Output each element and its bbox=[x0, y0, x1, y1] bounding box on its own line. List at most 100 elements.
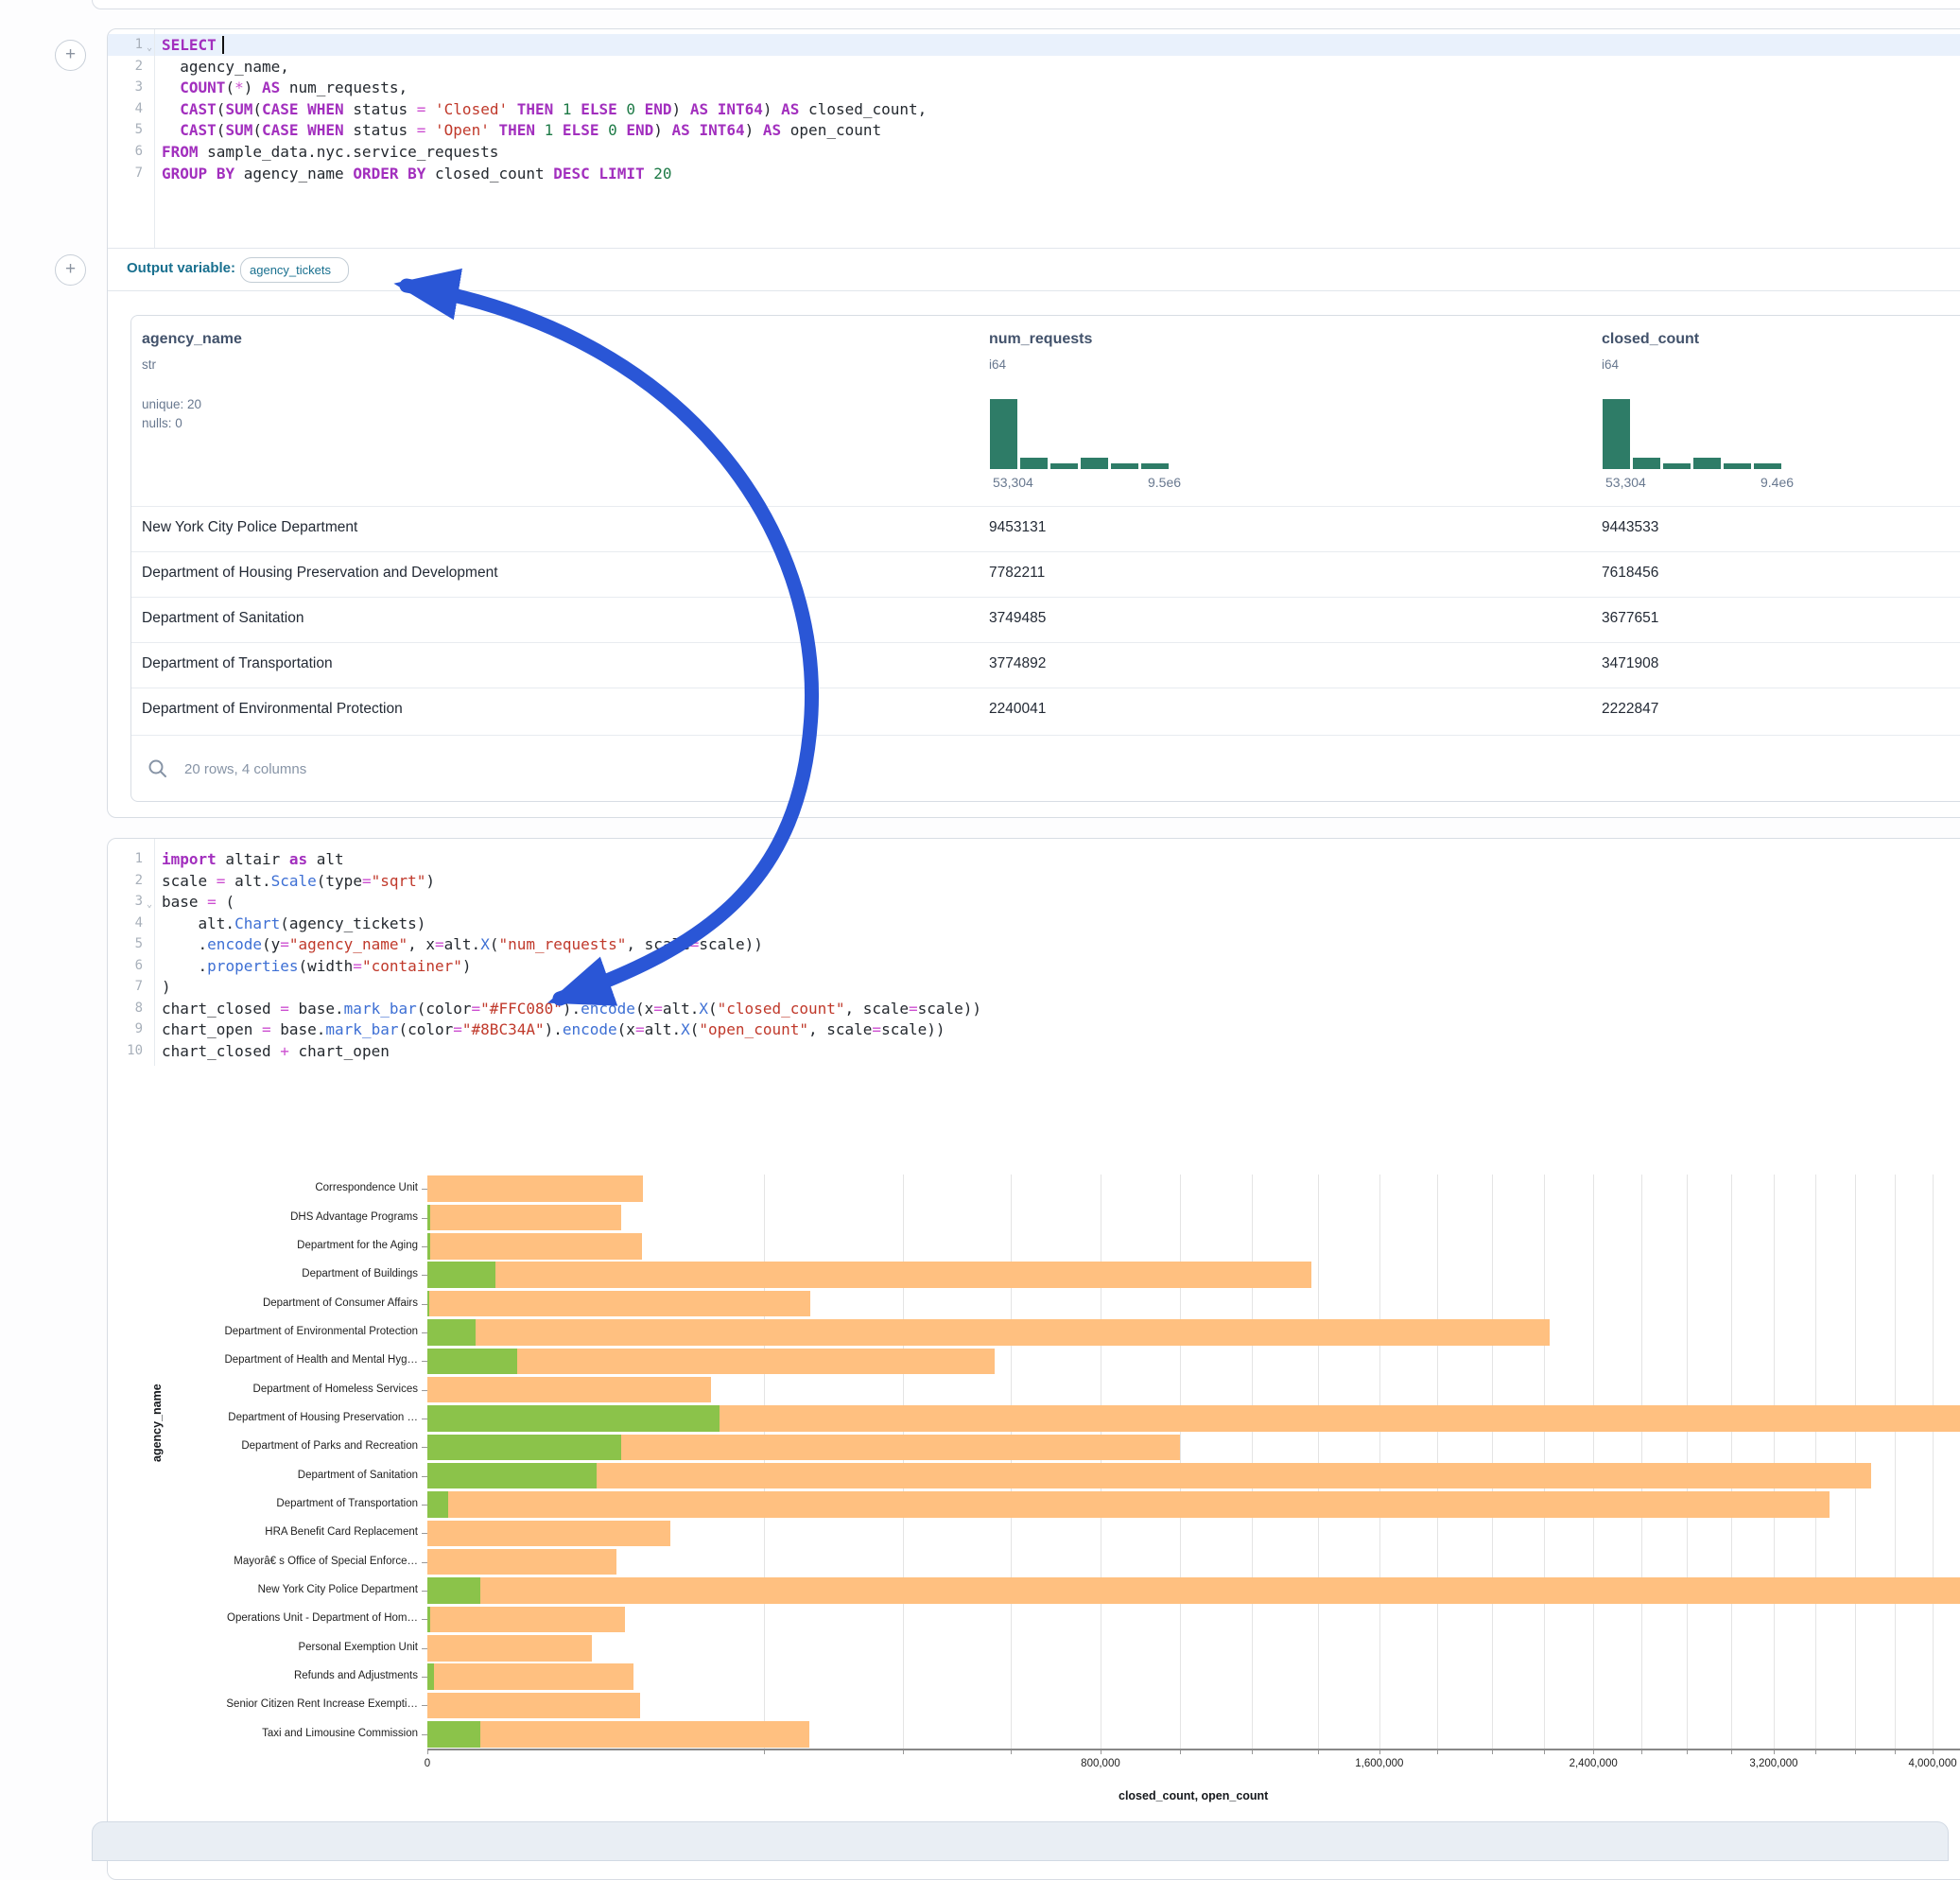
x-axis-tick-label: 0 bbox=[425, 1758, 430, 1769]
table-row-count: 20 rows, 4 columns bbox=[184, 761, 306, 777]
gridline bbox=[764, 1175, 765, 1749]
code-line[interactable]: 9chart_open = base.mark_bar(color="#8BC3… bbox=[108, 1018, 1960, 1040]
code-line[interactable]: 3 COUNT(*) AS num_requests, bbox=[108, 77, 1960, 98]
y-axis-label: Department of Consumer Affairs bbox=[263, 1297, 418, 1309]
closed-count-bar bbox=[427, 1319, 1550, 1346]
sql-cell: 1⌄SELECT2 agency_name,3 COUNT(*) AS num_… bbox=[107, 28, 1960, 818]
y-axis-label: DHS Advantage Programs bbox=[290, 1211, 418, 1223]
histogram-bar bbox=[1633, 458, 1660, 469]
line-number: 10 bbox=[108, 1040, 143, 1062]
code-line[interactable]: 3⌄base = ( bbox=[108, 891, 1960, 913]
y-axis-tick bbox=[422, 1332, 427, 1333]
histogram-bar bbox=[1663, 463, 1691, 469]
y-axis-label: Department of Sanitation bbox=[298, 1470, 418, 1481]
y-axis-tick bbox=[422, 1476, 427, 1477]
code-line[interactable]: 7) bbox=[108, 976, 1960, 998]
line-number: 5 bbox=[108, 119, 143, 141]
histogram-max-label: 9.4e6 bbox=[1761, 475, 1794, 490]
y-axis-label: Correspondence Unit bbox=[315, 1182, 418, 1193]
line-number: 4 bbox=[108, 913, 143, 934]
histogram-bar bbox=[1754, 463, 1781, 469]
output-variable-pill[interactable]: agency_tickets bbox=[240, 257, 349, 283]
y-axis-tick bbox=[422, 1505, 427, 1506]
y-axis-label: Department of Housing Preservation … bbox=[228, 1412, 418, 1423]
y-axis-tick bbox=[422, 1275, 427, 1276]
code-line[interactable]: 4 CAST(SUM(CASE WHEN status = 'Closed' T… bbox=[108, 98, 1960, 120]
x-axis-tick bbox=[764, 1749, 765, 1754]
x-axis-tick bbox=[1318, 1749, 1319, 1754]
open-count-bar bbox=[427, 1319, 476, 1346]
code-line[interactable]: 6 .properties(width="container") bbox=[108, 955, 1960, 977]
gridline bbox=[1492, 1175, 1493, 1749]
table-cell: New York City Police Department bbox=[142, 519, 357, 536]
x-axis-tick-label: 2,400,000 bbox=[1570, 1758, 1618, 1769]
python-cell: 1import altair as alt2scale = alt.Scale(… bbox=[107, 838, 1960, 1880]
code-line[interactable]: 6FROM sample_data.nyc.service_requests bbox=[108, 141, 1960, 163]
code-text: chart_closed + chart_open bbox=[162, 1040, 390, 1062]
y-axis-label: Department for the Aging bbox=[297, 1240, 418, 1251]
table-cell: Department of Sanitation bbox=[142, 610, 304, 627]
histogram-max-label: 9.5e6 bbox=[1148, 475, 1181, 490]
x-axis-tick bbox=[1379, 1749, 1380, 1754]
table-footer-divider bbox=[131, 735, 1960, 736]
closed-count-bar bbox=[427, 1607, 625, 1633]
table-cell: 2222847 bbox=[1602, 701, 1658, 718]
code-line[interactable]: 2scale = alt.Scale(type="sqrt") bbox=[108, 870, 1960, 892]
open-count-bar bbox=[427, 1435, 621, 1461]
line-number: 2 bbox=[108, 56, 143, 78]
table-cell: 3774892 bbox=[989, 655, 1046, 672]
python-code-editor[interactable]: 1import altair as alt2scale = alt.Scale(… bbox=[108, 839, 1960, 1066]
gridline bbox=[1687, 1175, 1688, 1749]
code-line[interactable]: 1⌄SELECT bbox=[108, 34, 1960, 56]
y-axis-tick bbox=[422, 1705, 427, 1706]
table-cell: 3471908 bbox=[1602, 655, 1658, 672]
add-cell-button-output[interactable]: + bbox=[55, 254, 86, 286]
x-axis-tick bbox=[1011, 1749, 1012, 1754]
histogram-min-label: 53,304 bbox=[1605, 475, 1646, 490]
table-cell: Department of Housing Preservation and D… bbox=[142, 565, 498, 582]
closed-count-bar bbox=[427, 1175, 643, 1202]
code-line[interactable]: 10 chart_closed + chart_open bbox=[108, 1040, 1960, 1062]
search-icon[interactable] bbox=[147, 758, 168, 784]
gridline bbox=[1252, 1175, 1253, 1749]
x-axis-tick bbox=[427, 1749, 428, 1754]
open-count-bar bbox=[427, 1233, 430, 1260]
code-line[interactable]: 5 .encode(y="agency_name", x=alt.X("num_… bbox=[108, 933, 1960, 955]
add-cell-button-top[interactable]: + bbox=[55, 40, 86, 71]
code-line[interactable]: 8chart_closed = base.mark_bar(color="#FF… bbox=[108, 998, 1960, 1019]
code-text: ) bbox=[162, 976, 171, 998]
open-count-bar bbox=[427, 1463, 597, 1489]
output-results-divider bbox=[108, 290, 1960, 291]
closed-count-bar bbox=[427, 1262, 1311, 1288]
line-number: 1 bbox=[108, 34, 143, 56]
line-number: 5 bbox=[108, 933, 143, 955]
table-cell: 9453131 bbox=[989, 519, 1046, 536]
open-count-bar bbox=[427, 1205, 430, 1231]
y-axis-tick bbox=[422, 1734, 427, 1735]
code-line[interactable]: 7GROUP BY agency_name ORDER BY closed_co… bbox=[108, 163, 1960, 184]
previous-cell-remnant bbox=[92, 0, 1960, 9]
code-text: GROUP BY agency_name ORDER BY closed_cou… bbox=[162, 163, 672, 184]
x-axis-title: closed_count, open_count bbox=[1119, 1789, 1268, 1802]
next-cell-strip[interactable] bbox=[92, 1821, 1949, 1861]
column-header[interactable]: agency_name bbox=[142, 331, 242, 348]
closed-count-bar bbox=[427, 1205, 621, 1231]
x-axis-tick bbox=[1437, 1749, 1438, 1754]
x-axis-tick bbox=[1774, 1749, 1775, 1754]
histogram-bar bbox=[1020, 458, 1048, 469]
sql-code-editor[interactable]: 1⌄SELECT2 agency_name,3 COUNT(*) AS num_… bbox=[108, 29, 1960, 248]
histogram-bar bbox=[1111, 463, 1138, 469]
code-line[interactable]: 1import altair as alt bbox=[108, 848, 1960, 870]
code-text: base = ( bbox=[162, 891, 234, 913]
open-count-bar bbox=[427, 1607, 430, 1633]
open-count-bar bbox=[427, 1577, 480, 1604]
column-header[interactable]: closed_count bbox=[1602, 331, 1699, 348]
code-text: .encode(y="agency_name", x=alt.X("num_re… bbox=[162, 933, 763, 955]
table-cell: 2240041 bbox=[989, 701, 1046, 718]
line-number: 3 bbox=[108, 77, 143, 98]
gridline bbox=[1544, 1175, 1545, 1749]
code-line[interactable]: 2 agency_name, bbox=[108, 56, 1960, 78]
code-line[interactable]: 4 alt.Chart(agency_tickets) bbox=[108, 913, 1960, 934]
code-line[interactable]: 5 CAST(SUM(CASE WHEN status = 'Open' THE… bbox=[108, 119, 1960, 141]
column-header[interactable]: num_requests bbox=[989, 331, 1092, 348]
